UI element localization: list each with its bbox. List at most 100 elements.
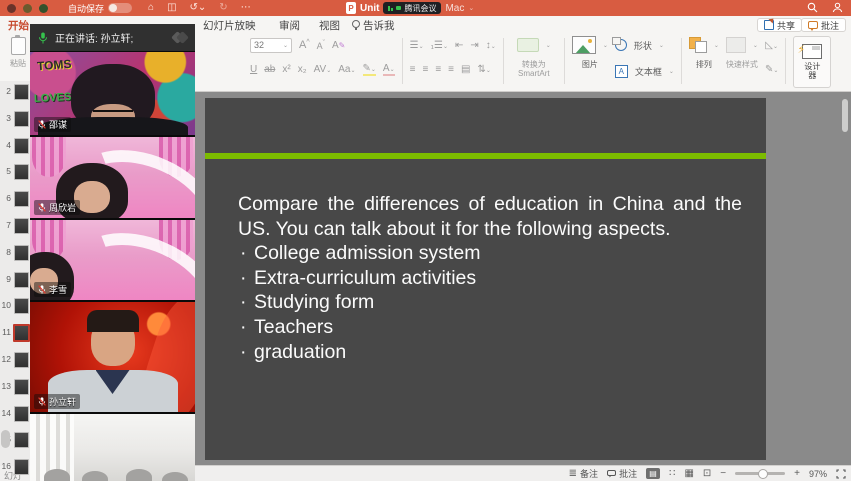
decrease-indent-icon[interactable]: ⇤ xyxy=(455,40,463,51)
graffiti-text: LOVES xyxy=(34,91,72,105)
camera-icon xyxy=(396,6,401,10)
character-spacing-icon[interactable]: AV⌄ xyxy=(314,64,332,75)
slide-thumbnail[interactable]: 3 xyxy=(0,110,30,137)
slide-thumbnail-selected[interactable]: 11 xyxy=(0,324,30,351)
quick-styles-icon xyxy=(726,37,746,53)
picture-label: 图片 xyxy=(582,60,598,69)
increase-indent-icon[interactable]: ⇥ xyxy=(470,40,478,51)
fullscreen-window-button[interactable] xyxy=(39,4,48,13)
share-button[interactable]: 共享 xyxy=(757,18,802,32)
comment-icon xyxy=(808,21,818,29)
notes-button[interactable]: ≣备注 xyxy=(569,467,598,480)
clear-formatting-icon[interactable]: A✎ xyxy=(332,40,345,51)
slide-thumbnail[interactable]: 16 xyxy=(0,458,30,481)
home-icon[interactable]: ⌂ xyxy=(148,0,154,16)
quick-styles-group[interactable]: ⌄ 快速样式 xyxy=(726,36,758,88)
arrange-group[interactable]: ⌄ 排列 xyxy=(689,36,719,88)
highlight-color-icon[interactable]: ✎⌄ xyxy=(363,63,376,76)
zoom-slider-thumb[interactable] xyxy=(758,469,768,479)
tab-view[interactable]: 视图 xyxy=(319,18,340,33)
zoom-out-button[interactable]: − xyxy=(720,468,726,479)
align-left-icon[interactable]: ≡ xyxy=(410,64,416,75)
autosave-toggle[interactable] xyxy=(108,3,132,13)
increase-font-icon[interactable]: A^ xyxy=(299,39,310,51)
fit-to-window-icon[interactable] xyxy=(836,469,846,479)
undo-icon[interactable]: ↺⌄ xyxy=(190,0,207,16)
autosave-label: 自动保存 xyxy=(68,2,104,15)
subscript-icon[interactable]: x₂ xyxy=(298,64,307,75)
slide-thumbnail[interactable]: 4 xyxy=(0,137,30,164)
editor-scrollbar[interactable] xyxy=(842,99,848,132)
tab-home[interactable]: 开始 xyxy=(8,18,29,33)
paste-button[interactable]: 粘贴 xyxy=(5,37,31,69)
traffic-lights xyxy=(7,4,48,13)
slide-thumbnail[interactable]: 14 xyxy=(0,405,30,432)
normal-view-button[interactable]: ▤ xyxy=(646,468,660,479)
designer-label: 设计器 xyxy=(801,62,823,80)
font-color-icon[interactable]: A⌄ xyxy=(383,63,395,76)
slide-canvas[interactable]: Compare the differences of education in … xyxy=(205,98,766,460)
slide-text-block[interactable]: Compare the differences of education in … xyxy=(238,192,742,364)
text-direction-icon[interactable]: ⇅⌄ xyxy=(477,64,490,75)
strikethrough-icon[interactable]: ab xyxy=(264,64,275,75)
bullets-icon[interactable]: ☰⌄ xyxy=(410,40,424,51)
justify-icon[interactable]: ≡ xyxy=(448,64,454,75)
graffiti-text: TOMS xyxy=(37,57,72,73)
font-group: 32⌄ A^ Aˇ A✎ U ab x² x₂ AV⌄ Aa⌄ ✎⌄ A⌄ xyxy=(250,36,395,88)
slide-thumbnail[interactable]: 10 xyxy=(0,297,30,324)
participant-video[interactable]: TOMS LOVES 邵谋 xyxy=(30,52,195,135)
shape-fill-icon[interactable]: ◺⌄ xyxy=(765,40,778,51)
line-spacing-icon[interactable]: ↕⌄ xyxy=(486,40,496,51)
slide-thumbnail[interactable]: 5 xyxy=(0,163,30,190)
columns-icon[interactable]: ▤ xyxy=(461,64,470,75)
slide-bullet: ·Teachers xyxy=(238,315,742,340)
speaking-banner: 正在讲话: 孙立轩; xyxy=(30,24,195,51)
tab-tell-me[interactable]: 告诉我 xyxy=(352,18,395,33)
change-case-icon[interactable]: Aa⌄ xyxy=(338,64,355,75)
shape-outline-icon[interactable]: ✎⌄ xyxy=(765,64,778,75)
numbering-icon[interactable]: ₁☰⌄ xyxy=(431,40,448,51)
meeting-menubar-chip[interactable]: 腾讯会议 xyxy=(383,2,441,14)
designer-button[interactable]: ⚡ 设计器 xyxy=(793,36,831,88)
participant-video[interactable]: 孙立轩 xyxy=(30,302,195,412)
slide-thumbnail[interactable]: 2 xyxy=(0,83,30,110)
superscript-icon[interactable]: x² xyxy=(282,64,290,75)
decrease-font-icon[interactable]: Aˇ xyxy=(317,40,325,51)
slide-thumbnail[interactable]: 13 xyxy=(0,378,30,405)
participant-video[interactable] xyxy=(30,414,195,481)
textbox-button[interactable]: A 文本框⌄ xyxy=(615,62,674,80)
font-size-select[interactable]: 32⌄ xyxy=(250,38,292,53)
more-icon[interactable]: ⋯ xyxy=(241,0,251,16)
zoom-in-button[interactable]: + xyxy=(794,468,800,479)
comments-button[interactable]: 批注 xyxy=(801,18,846,32)
thumbnail-scrollbar[interactable] xyxy=(1,430,10,448)
slideshow-view-button[interactable]: ⊡ xyxy=(703,468,711,479)
slide-thumbnail[interactable]: 9 xyxy=(0,271,30,298)
slide-thumbnail[interactable]: 8 xyxy=(0,244,30,271)
smartart-group[interactable]: ⌄ 转换为 SmartArt xyxy=(511,36,557,88)
save-icon[interactable]: ◫ xyxy=(167,0,176,16)
chevron-down-icon[interactable]: ⌄ xyxy=(468,4,474,12)
slide-thumbnail[interactable]: 12 xyxy=(0,351,30,378)
redo-icon[interactable]: ↻ xyxy=(219,0,227,16)
slide-sorter-view-button[interactable]: ∷ xyxy=(669,468,675,479)
underline-icon[interactable]: U xyxy=(250,64,257,75)
tab-review[interactable]: 审阅 xyxy=(279,18,300,33)
account-icon[interactable] xyxy=(832,2,843,13)
participant-video[interactable]: 周欣岩 xyxy=(30,137,195,218)
align-center-icon[interactable]: ≡ xyxy=(422,64,428,75)
comments-toggle-button[interactable]: 批注 xyxy=(607,467,637,480)
align-right-icon[interactable]: ≡ xyxy=(435,64,441,75)
clipboard-icon xyxy=(11,37,26,55)
shapes-button[interactable]: 形状⌄ xyxy=(615,36,674,54)
zoom-slider[interactable] xyxy=(735,472,785,475)
minimize-window-button[interactable] xyxy=(23,4,32,13)
participant-video[interactable]: 李雪 xyxy=(30,220,195,300)
reading-view-button[interactable]: ▦ xyxy=(684,468,693,479)
close-window-button[interactable] xyxy=(7,4,16,13)
slide-thumbnail[interactable]: 7 xyxy=(0,217,30,244)
picture-group[interactable]: ⌄ 图片 xyxy=(572,36,608,88)
slide-thumbnail[interactable]: 6 xyxy=(0,190,30,217)
tab-slideshow[interactable]: 幻灯片放映 xyxy=(203,18,256,33)
search-icon[interactable] xyxy=(807,2,818,13)
